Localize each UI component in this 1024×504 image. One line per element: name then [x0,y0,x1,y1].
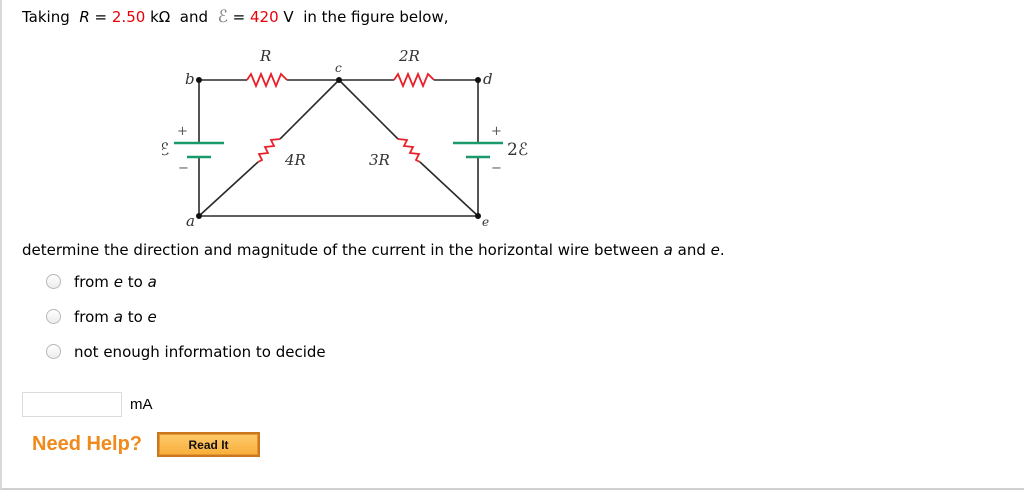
node-c-dot [336,77,342,83]
label-node-a: a [186,212,195,230]
unit-label: mA [130,396,153,413]
radio-button[interactable] [46,274,61,289]
label-node-b: b [185,70,195,88]
problem-statement: Taking R = 2.50 kΩ and ℰ = 420 V in the … [22,7,449,27]
read-it-label: Read It [159,434,259,455]
option-not-enough-info[interactable]: not enough information to decide [46,334,326,369]
label-minus-right: − [491,161,502,176]
resistor-3r [397,138,421,163]
circuit-diagram: b c d a e R 2R 4R 3R ℰ 2ℰ + − + − [162,47,528,230]
question-sentence: determine the direction and magnitude of… [22,241,659,259]
label-emf-left: ℰ [162,140,169,160]
resistor-r [246,71,288,89]
question-text: determine the direction and magnitude of… [22,241,725,259]
wire-4r-a [198,161,259,217]
answer-row: mA [22,392,153,417]
equals-sign: = [232,8,246,26]
help-section: Need Help? Read It [32,432,261,457]
label-node-e: e [482,215,489,229]
question-sentence: and [677,241,706,259]
resistor-4r [257,138,281,163]
node-a-ref: a [663,241,673,259]
label-plus-right: + [491,124,502,139]
need-help-label: Need Help? [32,433,143,455]
node-d-dot [475,77,481,83]
wire-3r-e [419,161,479,217]
option-text: a [113,307,123,326]
emf-symbol: ℰ [217,7,228,27]
emf-value: 420 [250,8,279,26]
equals-sign: = [94,8,108,26]
wire-c-4r [279,79,340,140]
resistance-symbol: R [79,8,90,26]
option-text: from [74,272,109,291]
resistance-unit: kΩ [150,8,171,26]
label-node-d: d [483,70,493,88]
option-text: e [113,272,123,291]
emf-unit: V [283,8,294,26]
prompt-text: in the figure below, [303,8,449,26]
question-panel: Taking R = 2.50 kΩ and ℰ = 420 V in the … [0,0,1024,490]
prompt-text: Taking [22,8,70,26]
node-e-ref: e [710,241,720,259]
question-sentence: . [719,241,725,259]
option-from-e-to-a[interactable]: from e to a [46,264,326,299]
resistance-value: 2.50 [111,8,146,26]
answer-options: from e to a from a to e not enough infor… [46,264,326,369]
label-minus-left: − [178,161,189,176]
resistor-2r [393,71,435,89]
label-plus-left: + [177,124,188,139]
label-node-c: c [335,61,342,75]
label-resistor-r: R [259,47,271,65]
option-text: e [147,307,157,326]
wire-c-3r [338,79,399,140]
label-emf-right: 2ℰ [507,140,528,160]
option-text: a [147,272,157,291]
radio-button[interactable] [46,344,61,359]
label-resistor-2r: 2R [398,47,420,65]
option-text: to [127,307,143,326]
node-e-dot [475,213,481,219]
label-resistor-3r: 3R [369,151,390,169]
read-it-button[interactable]: Read It [157,432,261,457]
option-text: to [127,272,143,291]
label-resistor-4r: 4R [284,151,306,169]
option-text: from [74,307,109,326]
option-text: not enough information to decide [74,342,326,361]
node-a-dot [196,213,202,219]
option-from-a-to-e[interactable]: from a to e [46,299,326,334]
radio-button[interactable] [46,309,61,324]
node-b-dot [196,77,202,83]
prompt-text: and [179,8,209,26]
current-answer-input[interactable] [22,392,122,417]
